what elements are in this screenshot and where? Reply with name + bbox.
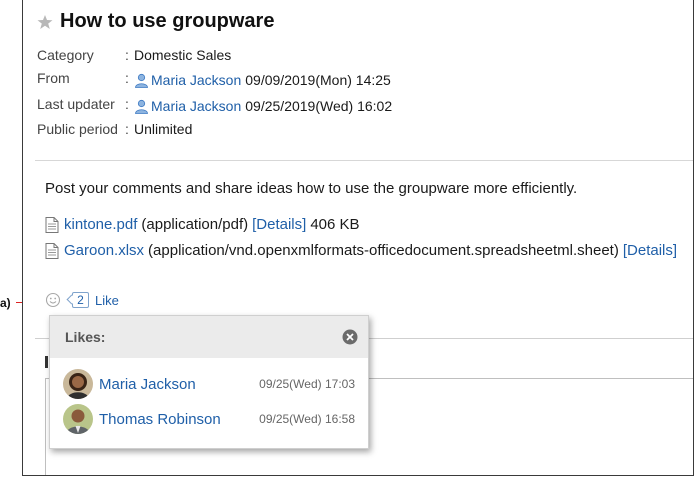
like-user-link[interactable]: Thomas Robinson (99, 411, 221, 428)
meta-colon: : (125, 121, 129, 137)
meta-label: Last updater (37, 96, 115, 112)
user-icon (134, 73, 149, 88)
like-row: 2 Like (45, 292, 119, 308)
attachment-row: kintone.pdf (application/pdf) [Details] … (45, 216, 360, 233)
like-entry: Maria Jackson 09/25(Wed) 17:03 (63, 369, 355, 399)
smiley-icon (45, 292, 61, 308)
popup-header: Likes: (50, 316, 368, 358)
like-time: 09/25(Wed) 16:58 (259, 412, 355, 426)
details-link[interactable]: [Details] (623, 242, 677, 259)
avatar (63, 404, 93, 434)
updater-link[interactable]: Maria Jackson (151, 98, 241, 114)
like-count-badge[interactable]: 2 (72, 292, 89, 308)
title-row: How to use groupware (37, 10, 274, 33)
star-icon[interactable] (37, 14, 53, 30)
meta-label: Category (37, 47, 94, 63)
attachment-size: 406 KB (310, 216, 360, 233)
like-button[interactable]: Like (95, 293, 119, 308)
likes-popup: Likes: Maria Jackson 09/25(Wed) 17:03 Th… (49, 315, 369, 449)
meta-value: Maria Jackson 09/25/2019(Wed) 16:02 (134, 98, 392, 114)
comment-box-border (45, 378, 46, 475)
avatar (63, 369, 93, 399)
page-title: How to use groupware (60, 10, 275, 32)
updated-time: 09/25/2019(Wed) 16:02 (245, 98, 393, 114)
like-time: 09/25(Wed) 17:03 (259, 377, 355, 391)
attachment-type: (application/pdf) (141, 216, 249, 233)
meta-label: Public period (37, 121, 118, 137)
topic-panel: How to use groupware Category : Domestic… (22, 0, 694, 476)
created-time: 09/09/2019(Mon) 14:25 (245, 72, 391, 88)
meta-value: Domestic Sales (134, 47, 232, 63)
meta-colon: : (125, 96, 129, 112)
details-link[interactable]: [Details] (252, 216, 306, 233)
meta-label: From (37, 70, 70, 86)
close-icon[interactable] (342, 329, 358, 345)
like-user-link[interactable]: Maria Jackson (99, 376, 196, 393)
background-fragment (45, 356, 48, 368)
attachment-link[interactable]: kintone.pdf (64, 216, 137, 233)
like-entry: Thomas Robinson 09/25(Wed) 16:58 (63, 404, 355, 434)
callout-label: a) (0, 296, 11, 310)
divider (35, 160, 693, 161)
meta-value: Maria Jackson 09/09/2019(Mon) 14:25 (134, 72, 391, 88)
attachment-type: (application/vnd.openxmlformats-officedo… (148, 242, 619, 259)
attachment-row: Garoon.xlsx (application/vnd.openxmlform… (45, 242, 677, 259)
author-link[interactable]: Maria Jackson (151, 72, 241, 88)
user-icon (134, 99, 149, 114)
topic-body: Post your comments and share ideas how t… (45, 180, 578, 197)
file-icon (45, 242, 59, 259)
popup-title: Likes: (65, 329, 106, 345)
meta-colon: : (125, 70, 129, 86)
meta-colon: : (125, 47, 129, 63)
file-icon (45, 216, 59, 233)
attachment-link[interactable]: Garoon.xlsx (64, 242, 144, 259)
meta-value: Unlimited (134, 121, 193, 137)
